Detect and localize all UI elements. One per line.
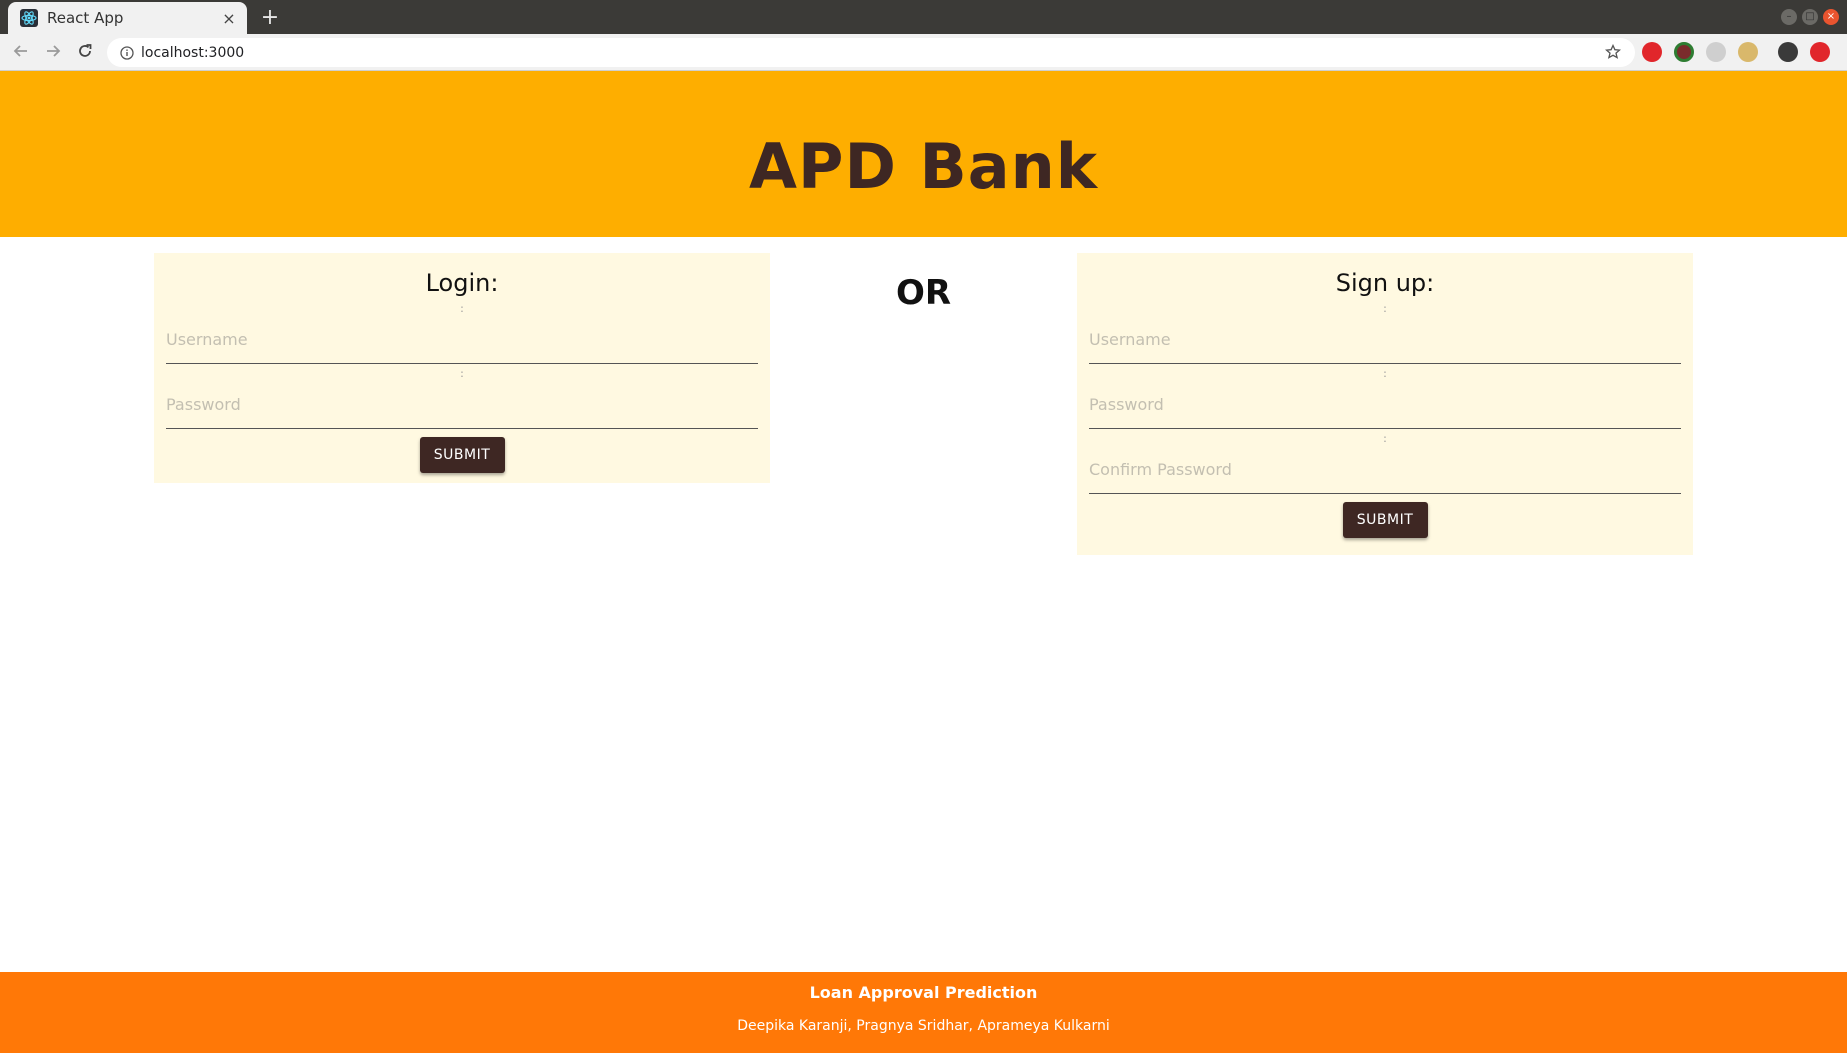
signup-username-input[interactable] — [1089, 316, 1681, 364]
extension-ball-icon[interactable] — [1674, 42, 1694, 62]
new-tab-button[interactable]: + — [257, 5, 283, 31]
url-text: localhost:3000 — [141, 44, 245, 61]
login-form: Login: : : SUBMIT — [154, 253, 770, 483]
signup-password-input[interactable] — [1089, 381, 1681, 429]
extension-bike-icon[interactable] — [1706, 42, 1726, 62]
profile-avatar-icon[interactable] — [1778, 42, 1798, 62]
extension-red-icon[interactable] — [1642, 42, 1662, 62]
site-footer: Loan Approval Prediction Deepika Karanji… — [0, 972, 1847, 1053]
react-logo-icon — [20, 9, 38, 27]
signup-title: Sign up: — [1335, 269, 1435, 297]
signup-form: Sign up: : : : SUBMIT — [1077, 253, 1693, 555]
signup-confirm-label: : — [1383, 432, 1387, 445]
window-controls: – □ × — [1781, 9, 1839, 25]
login-submit-button[interactable]: SUBMIT — [419, 437, 505, 473]
signup-submit-button[interactable]: SUBMIT — [1342, 502, 1428, 538]
login-username-input[interactable] — [166, 316, 758, 364]
login-username-label: : — [460, 302, 464, 315]
arrow-left-icon — [13, 43, 29, 63]
extension-face-icon[interactable] — [1738, 42, 1758, 62]
signup-confirm-password-input[interactable] — [1089, 446, 1681, 494]
signup-password-label: : — [1383, 367, 1387, 380]
tab-title: React App — [47, 9, 124, 27]
or-separator: OR — [870, 273, 977, 313]
address-bar[interactable]: localhost:3000 — [107, 38, 1635, 67]
login-password-label: : — [460, 367, 464, 380]
extension-icons — [1642, 42, 1830, 62]
extension-update-icon[interactable] — [1810, 42, 1830, 62]
browser-toolbar: localhost:3000 — [0, 34, 1847, 71]
login-title: Login: — [425, 269, 499, 297]
tab-close-icon[interactable]: × — [219, 8, 239, 28]
bookmark-star-icon[interactable] — [1604, 43, 1622, 64]
close-window-button[interactable]: × — [1823, 9, 1839, 25]
footer-authors: Deepika Karanji, Pragnya Sridhar, Aprame… — [737, 1018, 1110, 1034]
minimize-button[interactable]: – — [1781, 9, 1797, 25]
browser-tab-bar: React App × + – □ × — [0, 0, 1847, 34]
reload-button[interactable] — [72, 40, 98, 66]
footer-title: Loan Approval Prediction — [809, 983, 1038, 1002]
signup-username-label: : — [1383, 302, 1387, 315]
arrow-right-icon — [45, 43, 61, 63]
site-header: APD Bank — [0, 71, 1847, 237]
browser-tab[interactable]: React App × — [8, 2, 247, 34]
back-button[interactable] — [8, 40, 34, 66]
site-info-icon[interactable] — [113, 45, 141, 60]
reload-icon — [77, 43, 93, 63]
brand-title: APD Bank — [749, 129, 1098, 203]
login-password-input[interactable] — [166, 381, 758, 429]
page: APD Bank Login: : : SUBMIT OR Sign up: :… — [0, 71, 1847, 1053]
or-text: OR — [895, 273, 952, 313]
maximize-button[interactable]: □ — [1802, 9, 1818, 25]
forward-button[interactable] — [40, 40, 66, 66]
